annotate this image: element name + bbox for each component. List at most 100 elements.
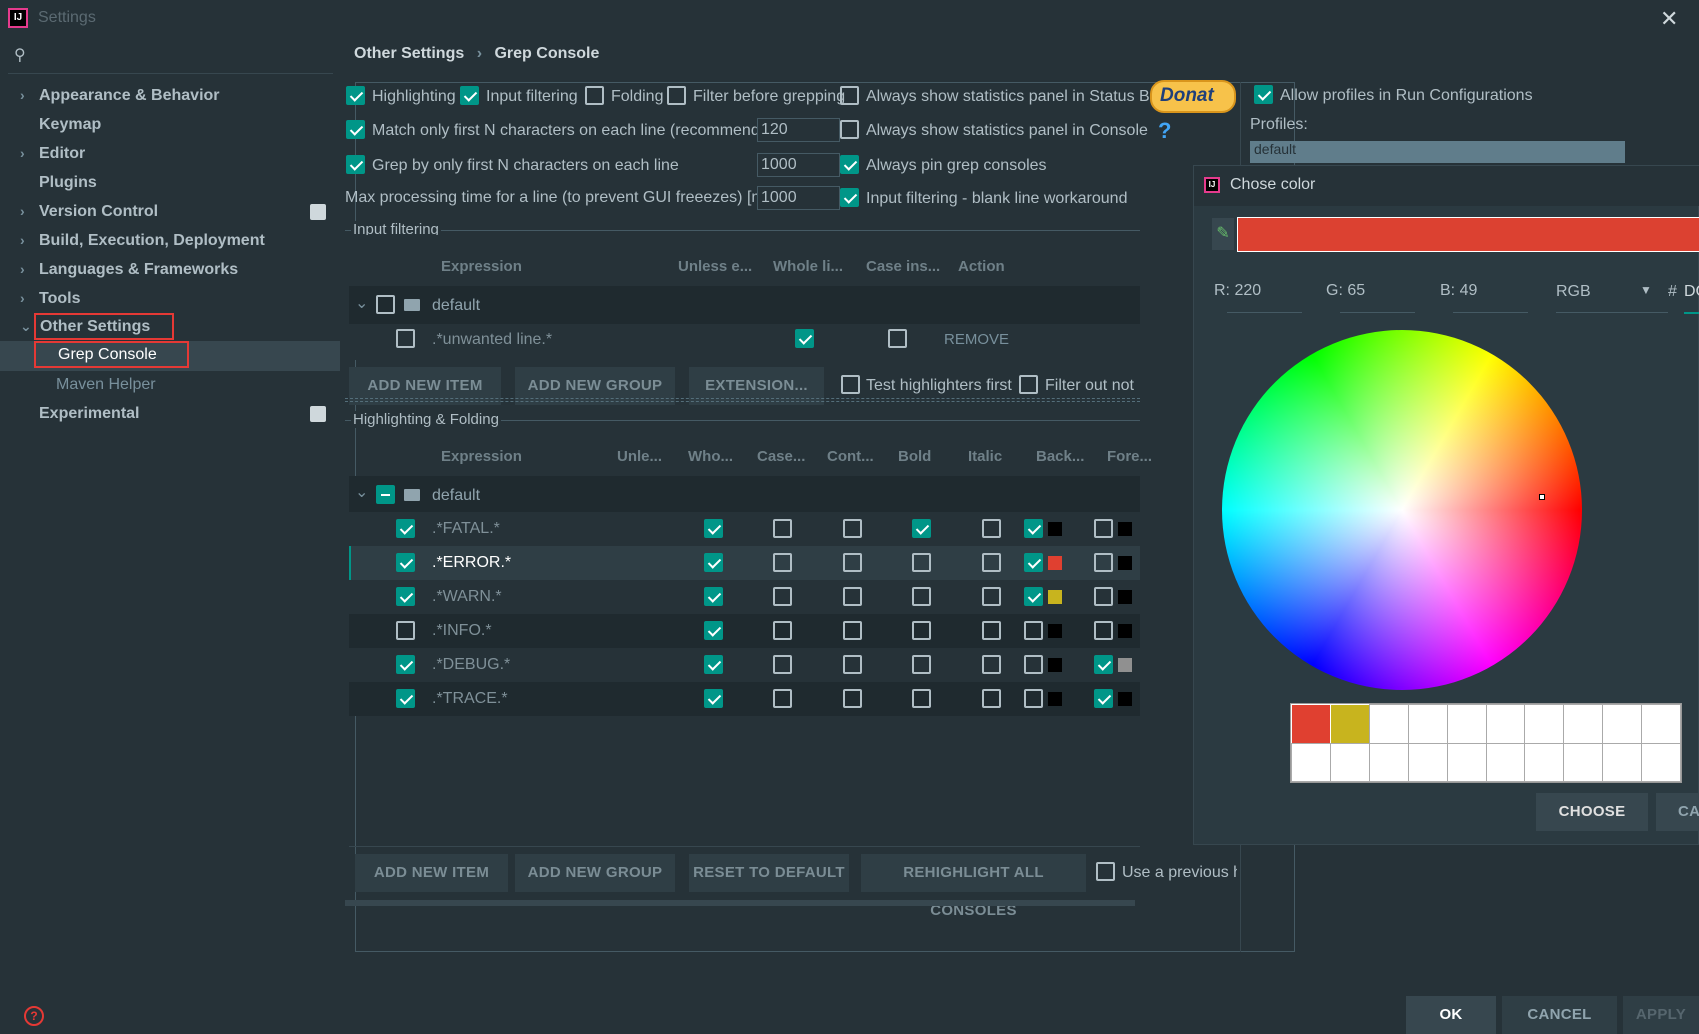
- row-option-checkbox[interactable]: [843, 621, 862, 640]
- col-whole[interactable]: Who...: [688, 448, 733, 465]
- foreground-checkbox[interactable]: [1094, 621, 1113, 640]
- background-color-swatch[interactable]: [1048, 658, 1062, 672]
- color-picker-handle[interactable]: [1539, 494, 1545, 500]
- recent-color-swatch[interactable]: [1485, 704, 1526, 744]
- row-enabled-checkbox[interactable]: [396, 689, 415, 708]
- group-checkbox[interactable]: [376, 295, 395, 314]
- col-foreground[interactable]: Fore...: [1107, 448, 1152, 465]
- row-option-checkbox[interactable]: [773, 655, 792, 674]
- allow-profiles-checkbox[interactable]: [1254, 85, 1273, 104]
- row-enabled-checkbox[interactable]: [396, 655, 415, 674]
- row-option-checkbox[interactable]: [773, 587, 792, 606]
- reset-to-default-button[interactable]: RESET TO DEFAULT: [689, 854, 849, 892]
- max-time-field[interactable]: 1000: [757, 186, 840, 210]
- sidebar-item-other-settings[interactable]: ⌄ Other Settings: [0, 313, 340, 343]
- recent-color-swatch[interactable]: [1368, 704, 1409, 744]
- cancel-button[interactable]: CA: [1656, 793, 1699, 831]
- background-checkbox[interactable]: [1024, 519, 1043, 538]
- row-enabled-checkbox[interactable]: [396, 329, 415, 348]
- recent-color-swatch[interactable]: [1641, 704, 1681, 744]
- recent-color-swatch[interactable]: [1446, 742, 1487, 782]
- filter-out-checkbox[interactable]: [1019, 375, 1038, 394]
- background-checkbox[interactable]: [1024, 553, 1043, 572]
- row-option-checkbox[interactable]: [704, 689, 723, 708]
- row-option-checkbox[interactable]: [912, 587, 931, 606]
- cancel-button[interactable]: CANCEL: [1502, 996, 1617, 1034]
- col-continue[interactable]: Cont...: [827, 448, 874, 465]
- stats-console-checkbox[interactable]: [840, 120, 859, 139]
- add-new-group-button[interactable]: ADD NEW GROUP: [515, 854, 675, 892]
- row-option-checkbox[interactable]: [843, 655, 862, 674]
- sidebar-item-languages[interactable]: › Languages & Frameworks: [0, 256, 340, 286]
- chevron-down-icon[interactable]: ⌄: [355, 293, 368, 313]
- col-whole-line[interactable]: Whole li...: [773, 258, 843, 275]
- sidebar-item-grep-console[interactable]: Grep Console: [0, 341, 340, 371]
- ok-button[interactable]: OK: [1406, 996, 1496, 1034]
- input-filtering-checkbox[interactable]: [460, 86, 479, 105]
- row-option-checkbox[interactable]: [982, 621, 1001, 640]
- background-checkbox[interactable]: [1024, 587, 1043, 606]
- sidebar-item-version-control[interactable]: › Version Control: [0, 198, 340, 228]
- splitter[interactable]: [345, 398, 1140, 402]
- foreground-checkbox[interactable]: [1094, 655, 1113, 674]
- recent-color-swatch[interactable]: [1368, 742, 1409, 782]
- row-option-checkbox[interactable]: [843, 519, 862, 538]
- row-option-checkbox[interactable]: [704, 553, 723, 572]
- recent-color-swatch[interactable]: [1292, 705, 1330, 743]
- background-color-swatch[interactable]: [1048, 624, 1062, 638]
- stats-status-bar-checkbox[interactable]: [840, 86, 859, 105]
- recent-color-swatch[interactable]: [1330, 705, 1369, 743]
- background-checkbox[interactable]: [1024, 621, 1043, 640]
- use-previous-checkbox[interactable]: [1096, 862, 1115, 881]
- eyedropper-icon[interactable]: ✎: [1212, 218, 1234, 250]
- row-option-checkbox[interactable]: [773, 519, 792, 538]
- sidebar-item-tools[interactable]: › Tools: [0, 285, 340, 315]
- foreground-checkbox[interactable]: [1094, 689, 1113, 708]
- recent-color-swatch[interactable]: [1602, 704, 1643, 744]
- chevron-down-icon[interactable]: ⌄: [355, 482, 368, 502]
- background-checkbox[interactable]: [1024, 655, 1043, 674]
- match-first-n-field[interactable]: 120: [757, 118, 840, 142]
- recent-color-swatch[interactable]: [1524, 742, 1565, 782]
- blank-line-checkbox[interactable]: [840, 188, 859, 207]
- row-option-checkbox[interactable]: [982, 519, 1001, 538]
- grep-first-n-checkbox[interactable]: [346, 155, 365, 174]
- add-new-item-button[interactable]: ADD NEW ITEM: [355, 854, 508, 892]
- sidebar-item-appearance[interactable]: › Appearance & Behavior: [0, 82, 340, 112]
- row-option-checkbox[interactable]: [843, 689, 862, 708]
- sidebar-item-build[interactable]: › Build, Execution, Deployment: [0, 227, 340, 257]
- row-option-checkbox[interactable]: [773, 689, 792, 708]
- recent-color-swatch[interactable]: [1407, 704, 1448, 744]
- breadcrumb-parent[interactable]: Other Settings: [354, 45, 464, 62]
- row-action[interactable]: REMOVE: [944, 331, 1009, 348]
- color-mode-select[interactable]: RGB: [1556, 283, 1591, 301]
- row-option-checkbox[interactable]: [982, 655, 1001, 674]
- row-option-checkbox[interactable]: [912, 689, 931, 708]
- background-color-swatch[interactable]: [1048, 590, 1062, 604]
- foreground-color-swatch[interactable]: [1118, 658, 1132, 672]
- foreground-checkbox[interactable]: [1094, 519, 1113, 538]
- foreground-color-swatch[interactable]: [1118, 522, 1132, 536]
- sidebar-item-experimental[interactable]: Experimental: [0, 400, 340, 430]
- background-color-swatch[interactable]: [1048, 522, 1062, 536]
- background-color-swatch[interactable]: [1048, 556, 1062, 570]
- r-field[interactable]: 220: [1234, 282, 1261, 299]
- background-checkbox[interactable]: [1024, 689, 1043, 708]
- row-enabled-checkbox[interactable]: [396, 587, 415, 606]
- recent-color-swatch[interactable]: [1446, 704, 1487, 744]
- row-option-checkbox[interactable]: [912, 553, 931, 572]
- recent-color-swatch[interactable]: [1602, 742, 1643, 782]
- highlighting-checkbox[interactable]: [346, 86, 365, 105]
- donate-button[interactable]: Donat: [1150, 80, 1236, 113]
- search-icon[interactable]: ⚲: [14, 45, 26, 65]
- b-field[interactable]: 49: [1460, 282, 1478, 299]
- choose-button[interactable]: CHOOSE: [1536, 793, 1648, 831]
- row-option-checkbox[interactable]: [773, 553, 792, 572]
- col-background[interactable]: Back...: [1036, 448, 1084, 465]
- row-option-checkbox[interactable]: [912, 621, 931, 640]
- rehighlight-all-button[interactable]: REHIGHLIGHT ALL CONSOLES: [861, 854, 1086, 919]
- row-enabled-checkbox[interactable]: [396, 621, 415, 640]
- row-option-checkbox[interactable]: [982, 553, 1001, 572]
- col-bold[interactable]: Bold: [898, 448, 931, 465]
- foreground-checkbox[interactable]: [1094, 587, 1113, 606]
